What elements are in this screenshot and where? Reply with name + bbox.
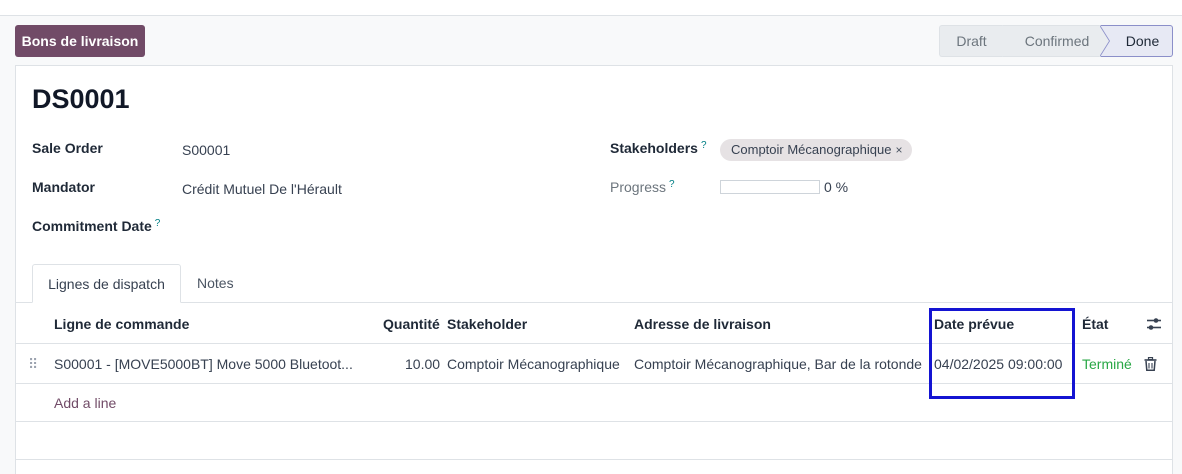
help-icon[interactable]: ?: [701, 140, 707, 151]
form-sheet: [15, 65, 1173, 474]
stakeholders-label: Stakeholders?: [610, 140, 707, 156]
address-cell[interactable]: Comptoir Mécanographique, Bar de la roto…: [634, 356, 922, 372]
drag-handle-icon[interactable]: ⠿: [28, 356, 38, 373]
column-header-quantity[interactable]: Quantité: [383, 316, 440, 332]
record-title: DS0001: [32, 84, 130, 114]
top-bar: [0, 0, 1182, 16]
date-column-highlight: [929, 308, 1075, 399]
stage-draft-label: Draft: [956, 33, 987, 49]
empty-row: [16, 421, 1172, 460]
close-icon[interactable]: ×: [895, 143, 902, 157]
column-header-state[interactable]: État: [1082, 316, 1108, 332]
column-settings-icon[interactable]: [1146, 316, 1162, 332]
stakeholder-cell[interactable]: Comptoir Mécanographique: [447, 356, 620, 372]
stage-done-label: Done: [1125, 33, 1160, 49]
progress-label: Progress?: [610, 179, 675, 195]
tab-notes[interactable]: Notes: [197, 275, 234, 291]
trash-icon[interactable]: [1144, 357, 1157, 371]
progress-label-text: Progress: [610, 179, 667, 195]
sale-order-value[interactable]: S00001: [182, 142, 230, 158]
add-line-link[interactable]: Add a line: [54, 395, 116, 411]
stage-separator-fill: [1002, 25, 1012, 57]
tab-lignes-de-dispatch[interactable]: Lignes de dispatch: [32, 264, 181, 303]
help-icon[interactable]: ?: [669, 179, 675, 190]
stakeholders-label-text: Stakeholders: [610, 140, 698, 156]
tabs-divider: [16, 302, 1172, 303]
column-header-address[interactable]: Adresse de livraison: [634, 316, 771, 332]
stage-done[interactable]: Done: [1101, 25, 1173, 57]
status-bar: Draft Confirmed Done: [939, 25, 1173, 57]
stakeholder-tag-label: Comptoir Mécanographique: [731, 142, 892, 157]
column-header-order-line[interactable]: Ligne de commande: [54, 316, 189, 332]
order-line-cell[interactable]: S00001 - [MOVE5000BT] Move 5000 Bluetoot…: [54, 356, 353, 372]
stage-separator-fill: [1099, 25, 1109, 57]
stage-confirmed-label: Confirmed: [1024, 33, 1090, 49]
quantity-cell[interactable]: 10.00: [405, 356, 440, 372]
mandator-label: Mandator: [32, 179, 95, 195]
stage-confirmed[interactable]: Confirmed: [999, 25, 1110, 57]
help-icon[interactable]: ?: [155, 218, 161, 229]
mandator-value[interactable]: Crédit Mutuel De l'Hérault: [182, 181, 342, 197]
state-cell: Terminé: [1082, 356, 1132, 372]
stage-draft[interactable]: Draft: [939, 25, 1013, 57]
column-header-stakeholder[interactable]: Stakeholder: [447, 316, 527, 332]
stakeholder-tag[interactable]: Comptoir Mécanographique ×: [720, 139, 913, 161]
bons-de-livraison-button[interactable]: Bons de livraison: [15, 25, 145, 57]
progress-bar: [720, 180, 820, 194]
sale-order-label: Sale Order: [32, 140, 103, 156]
commitment-date-label-text: Commitment Date: [32, 218, 152, 234]
progress-value: 0 %: [824, 179, 849, 195]
commitment-date-label: Commitment Date?: [32, 218, 160, 234]
